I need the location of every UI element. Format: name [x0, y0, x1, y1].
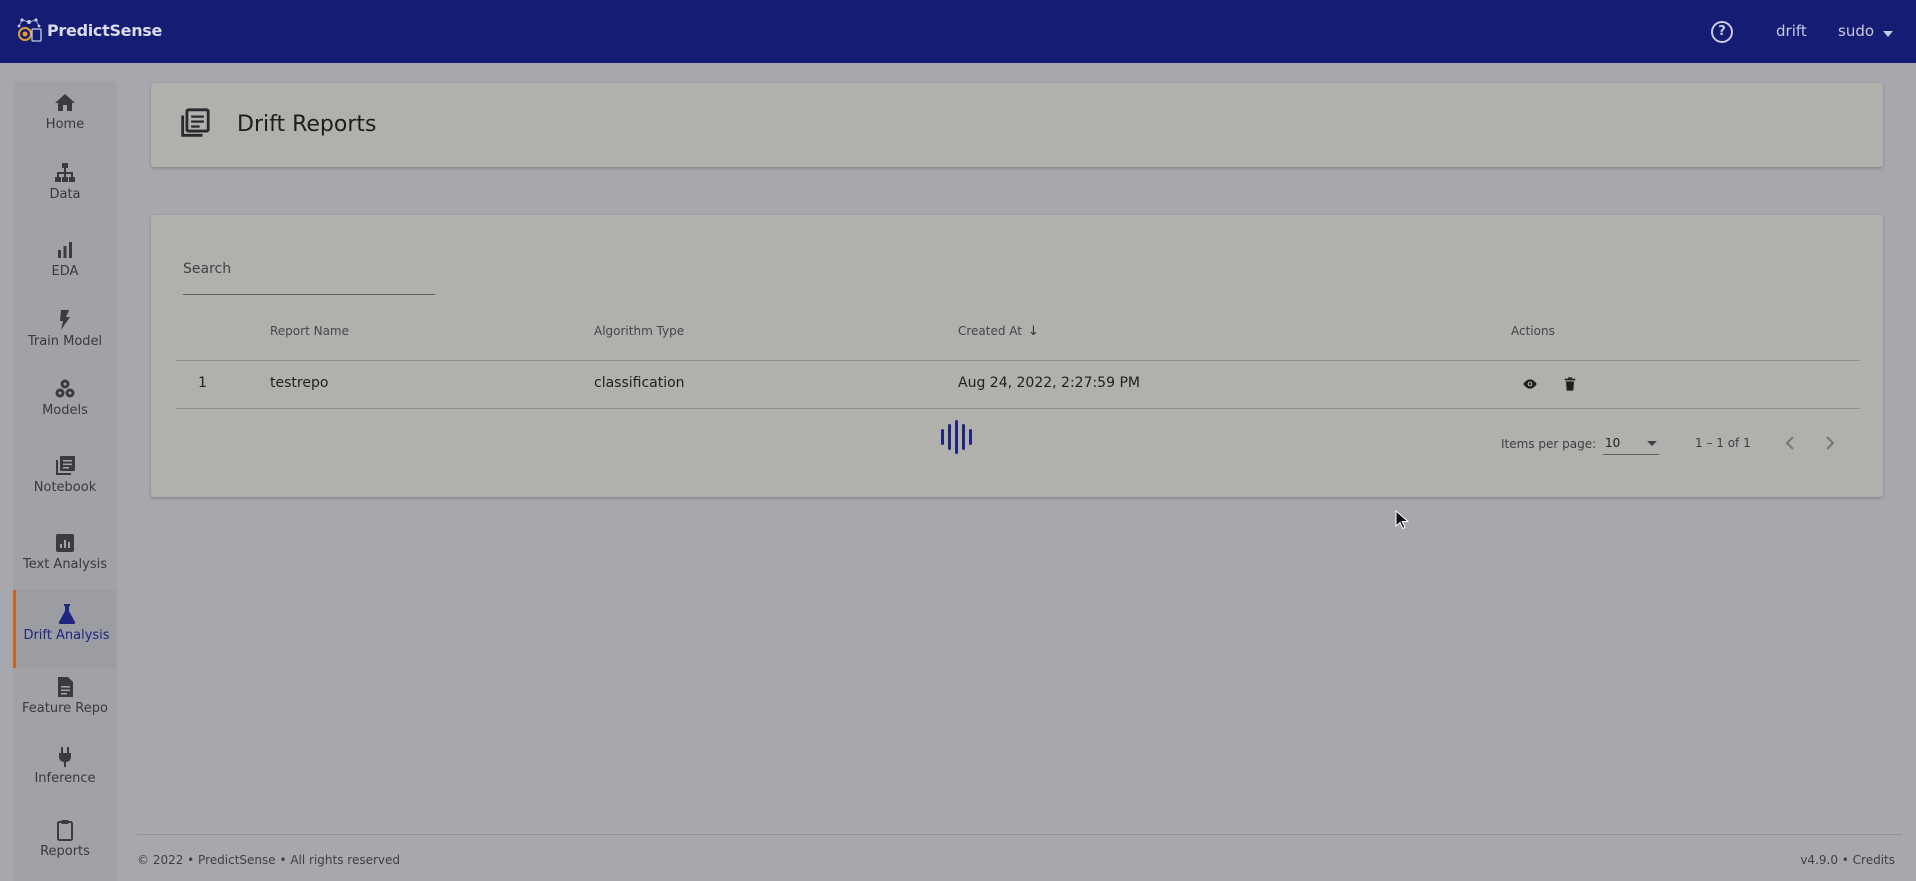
cell-report-name: testrepo: [270, 375, 329, 391]
clipboard-icon: [57, 820, 73, 841]
mouse-cursor-icon: [1395, 510, 1409, 530]
sidebar-item-label: Drift Analysis: [23, 628, 110, 643]
footer-copyright: © 2022 • PredictSense • All rights reser…: [137, 853, 401, 867]
reports-table-card: Report Name Algorithm Type Created At ↓ A…: [151, 215, 1883, 497]
sort-arrow-down-icon: ↓: [1028, 324, 1039, 339]
notebook-icon: [56, 456, 75, 475]
chevron-down-icon: [1647, 441, 1657, 446]
sidebar-item-label: Notebook: [33, 480, 97, 495]
bar-chart-icon: [58, 242, 72, 258]
brand-logo-icon: [17, 18, 42, 42]
sidebar: Home Data EDA Train Model Models Noteboo…: [13, 81, 117, 881]
loading-spinner-icon: [941, 420, 972, 454]
trash-icon[interactable]: [1562, 376, 1578, 392]
sidebar-item-label: Train Model: [27, 334, 103, 349]
items-per-page-label: Items per page:: [1501, 437, 1597, 451]
sidebar-item-label: Home: [45, 117, 85, 132]
sidebar-item-data[interactable]: Data: [13, 161, 117, 225]
cell-algorithm-type: classification: [594, 375, 685, 391]
row-index: 1: [198, 375, 207, 391]
search-field[interactable]: [183, 253, 435, 295]
sidebar-item-eda[interactable]: EDA: [13, 238, 117, 302]
user-menu[interactable]: sudo: [1838, 22, 1874, 40]
header-divider: [176, 360, 1860, 361]
top-app-bar: PredictSense ? drift sudo: [0, 0, 1916, 63]
brand[interactable]: PredictSense: [14, 14, 162, 46]
items-per-page-value: 10: [1605, 436, 1621, 450]
document-icon: [58, 677, 73, 697]
sidebar-item-reports[interactable]: Reports: [13, 818, 117, 881]
items-per-page-select[interactable]: 10: [1603, 433, 1659, 455]
home-icon: [55, 94, 75, 111]
sidebar-item-label: Feature Repo: [22, 701, 108, 716]
previous-page-button[interactable]: [1776, 429, 1804, 457]
sidebar-item-label: EDA: [51, 264, 79, 279]
sidebar-item-home[interactable]: Home: [13, 91, 117, 155]
search-input[interactable]: [183, 261, 435, 277]
sidebar-item-models[interactable]: Models: [13, 377, 117, 441]
sidebar-item-label: Data: [49, 187, 81, 202]
brand-name: PredictSense: [47, 20, 163, 40]
column-header-created-at[interactable]: Created At ↓: [958, 324, 1039, 339]
sidebar-item-feature-repo[interactable]: Feature Repo: [13, 675, 117, 739]
eye-icon[interactable]: [1522, 376, 1538, 392]
sidebar-item-train-model[interactable]: Train Model: [13, 308, 117, 372]
cubes-icon: [55, 379, 75, 398]
cell-created-at: Aug 24, 2022, 2:27:59 PM: [958, 375, 1140, 391]
flask-icon: [58, 604, 75, 624]
column-header-report-name[interactable]: Report Name: [270, 324, 349, 338]
sidebar-item-notebook[interactable]: Notebook: [13, 454, 117, 518]
row-divider: [176, 408, 1860, 409]
column-header-algorithm-type[interactable]: Algorithm Type: [594, 324, 684, 338]
sidebar-item-inference[interactable]: Inference: [13, 745, 117, 809]
question-circle-icon: ?: [1718, 24, 1726, 39]
project-menu[interactable]: drift: [1776, 22, 1807, 40]
sidebar-item-label: Inference: [34, 771, 96, 786]
sidebar-item-label: Models: [42, 403, 88, 418]
page-range-label: 1 – 1 of 1: [1695, 436, 1751, 450]
column-header-actions: Actions: [1511, 324, 1555, 338]
column-header-label: Created At: [958, 324, 1023, 338]
sidebar-item-label: Reports: [40, 844, 90, 859]
plug-icon: [59, 747, 71, 767]
sidebar-item-text-analysis[interactable]: Text Analysis: [13, 531, 117, 595]
bolt-icon: [60, 310, 70, 330]
sidebar-item-label: Text Analysis: [23, 557, 107, 572]
footer-version-credits[interactable]: v4.9.0 • Credits: [1800, 853, 1895, 867]
sidebar-item-drift-analysis[interactable]: Drift Analysis: [13, 590, 117, 668]
library-books-icon: [181, 108, 210, 137]
chevron-down-icon[interactable]: [1883, 31, 1893, 37]
hierarchy-icon: [55, 163, 75, 182]
page-header-card: Drift Reports: [151, 83, 1883, 167]
footer-divider: [137, 834, 1902, 835]
page-title: Drift Reports: [237, 112, 377, 137]
next-page-button[interactable]: [1816, 429, 1844, 457]
analytics-icon: [56, 534, 74, 552]
help-button[interactable]: ?: [1711, 21, 1733, 43]
